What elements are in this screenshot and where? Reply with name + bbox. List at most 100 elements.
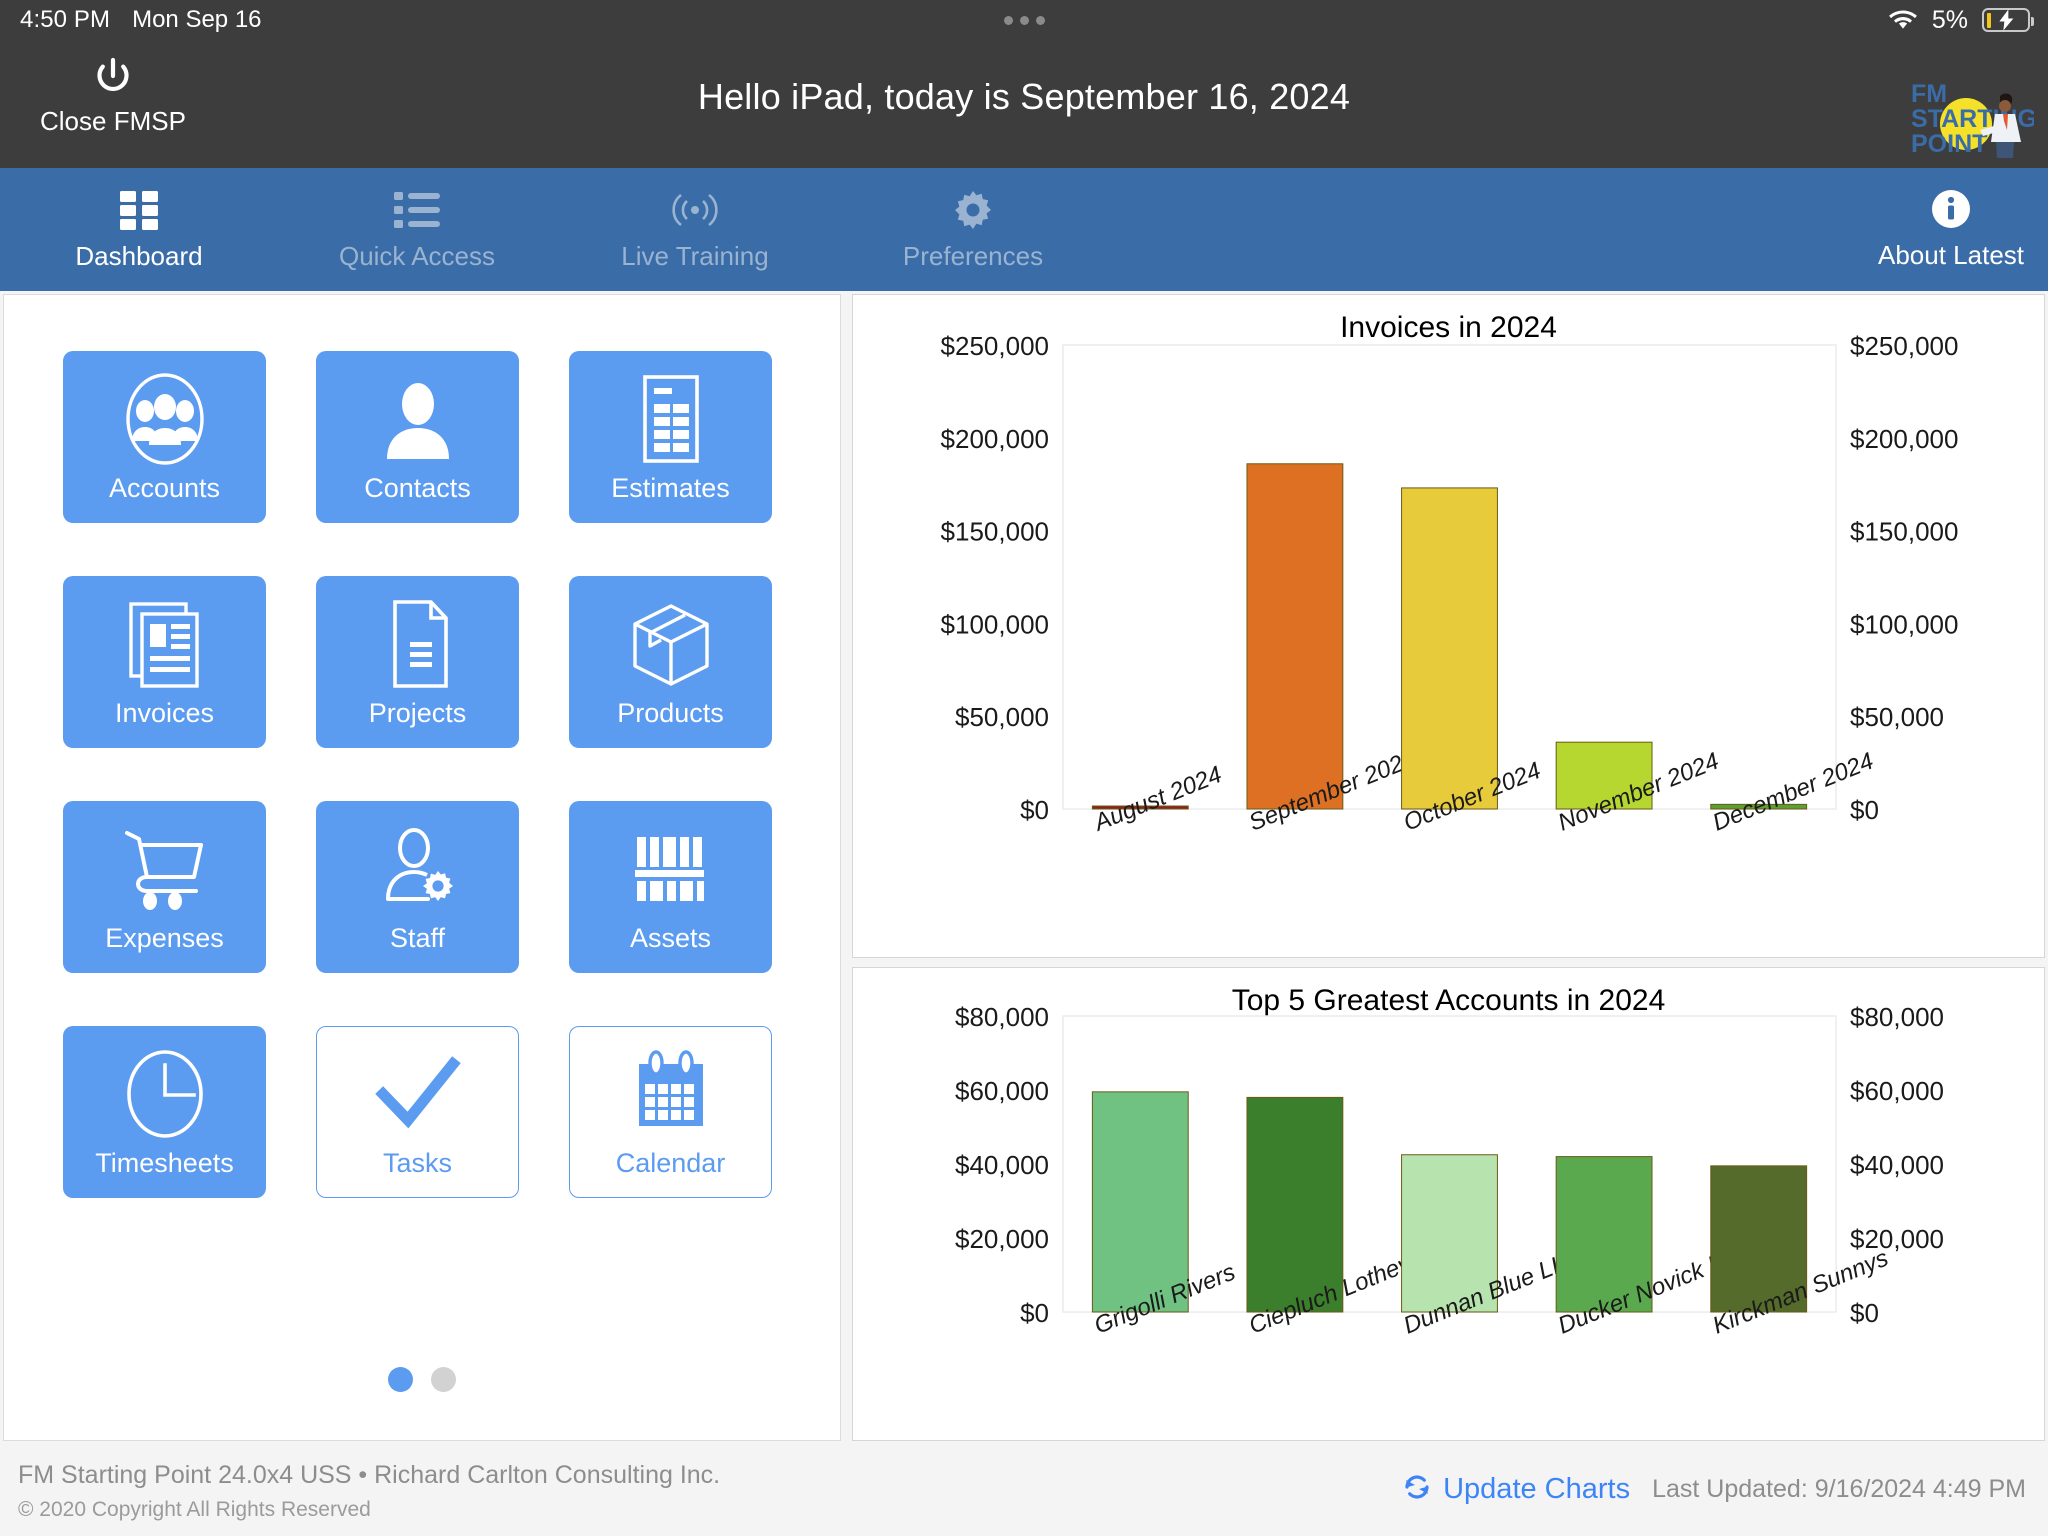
document-icon xyxy=(370,596,466,692)
tile-contacts[interactable]: Contacts xyxy=(316,351,519,523)
pagination-dot-2[interactable] xyxy=(431,1367,456,1392)
tile-label-expenses: Expenses xyxy=(105,922,224,953)
nav-item-live-training[interactable]: Live Training xyxy=(556,168,834,291)
svg-text:$200,000: $200,000 xyxy=(941,424,1049,454)
three-dots-icon xyxy=(1003,15,1045,25)
tile-assets[interactable]: Assets xyxy=(569,801,772,973)
bookshelf-icon xyxy=(623,821,719,917)
update-charts-label: Update Charts xyxy=(1443,1473,1631,1505)
person-gear-icon xyxy=(370,821,466,917)
shopping-cart-icon xyxy=(117,821,213,917)
checkmark-icon xyxy=(370,1046,466,1142)
pagination-dot-1[interactable] xyxy=(388,1367,413,1392)
nav-item-preferences[interactable]: Preferences xyxy=(834,168,1112,291)
module-tiles-panel: Accounts Contacts Estimates Invoices Pro… xyxy=(3,294,841,1441)
status-date: Mon Sep 16 xyxy=(132,6,262,33)
last-updated-text: Last Updated: 9/16/2024 4:49 PM xyxy=(1652,1475,2026,1503)
svg-text:$20,000: $20,000 xyxy=(955,1224,1049,1254)
estimate-sheet-icon xyxy=(623,371,719,467)
status-bar-left: 4:50 PM Mon Sep 16 xyxy=(0,6,262,34)
svg-text:$80,000: $80,000 xyxy=(1850,1002,1944,1032)
svg-text:$250,000: $250,000 xyxy=(1850,331,1958,361)
tile-label-calendar: Calendar xyxy=(615,1147,726,1178)
broadcast-icon xyxy=(672,187,718,233)
tile-tasks[interactable]: Tasks xyxy=(316,1026,519,1198)
gear-icon xyxy=(951,187,995,233)
ios-status-bar: 4:50 PM Mon Sep 16 5% xyxy=(0,0,2048,40)
tile-label-timesheets: Timesheets xyxy=(95,1147,234,1178)
svg-text:$0: $0 xyxy=(1850,1298,1879,1328)
grid-icon xyxy=(118,187,160,233)
tile-calendar[interactable]: Calendar xyxy=(569,1026,772,1198)
refresh-icon xyxy=(1401,1471,1433,1508)
svg-text:$200,000: $200,000 xyxy=(1850,424,1958,454)
svg-text:$100,000: $100,000 xyxy=(1850,609,1958,639)
svg-text:$50,000: $50,000 xyxy=(1850,702,1944,732)
tile-label-estimates: Estimates xyxy=(611,472,730,503)
accounts-chart-panel: Top 5 Greatest Accounts in 2024 $0 $0 $20,… xyxy=(852,967,2045,1441)
pagination-dots xyxy=(4,1367,840,1392)
tile-expenses[interactable]: Expenses xyxy=(63,801,266,973)
svg-text:$0: $0 xyxy=(1020,795,1049,825)
footer-product-line: FM Starting Point 24.0x4 USS • Richard C… xyxy=(18,1461,721,1489)
tile-label-projects: Projects xyxy=(368,697,467,728)
accounts-chart-plot[interactable]: $0 $0 $20,000 $20,000 $40,000 $40,000 $60,000 $… xyxy=(853,968,2044,1440)
tile-label-tasks: Tasks xyxy=(382,1147,453,1178)
nav-label-preferences: Preferences xyxy=(902,241,1044,271)
page-title: Hello iPad, today is September 16, 2024 xyxy=(697,76,1351,117)
app-footer: FM Starting Point 24.0x4 USS • Richard C… xyxy=(0,1447,2048,1536)
svg-text:$50,000: $50,000 xyxy=(955,702,1049,732)
module-tile-grid: Accounts Contacts Estimates Invoices Pro… xyxy=(63,351,772,1198)
info-icon xyxy=(1931,189,1971,234)
tile-label-contacts: Contacts xyxy=(364,472,471,503)
update-charts-button[interactable]: Update Charts xyxy=(1401,1471,1630,1508)
tile-projects[interactable]: Projects xyxy=(316,576,519,748)
status-time: 4:50 PM xyxy=(20,6,111,33)
main-content: Accounts Contacts Estimates Invoices Pro… xyxy=(0,291,2048,1447)
invoices-chart-panel: Invoices in 2024 $0 $0 $50,000 $50,000 $100,… xyxy=(852,294,2045,958)
list-icon xyxy=(394,187,440,233)
nav-label-quick-access: Quick Access xyxy=(338,241,496,271)
tile-invoices[interactable]: Invoices xyxy=(63,576,266,748)
svg-text:FM: FM xyxy=(1911,80,1947,108)
invoice-pages-icon xyxy=(117,596,213,692)
nav-item-quick-access[interactable]: Quick Access xyxy=(278,168,556,291)
app-header: Close FMSP Hello iPad, today is Septembe… xyxy=(0,40,2048,168)
battery-percent: 5% xyxy=(1931,5,1968,34)
footer-copyright: © 2020 Copyright All Rights Reserved xyxy=(18,1498,371,1521)
svg-text:$40,000: $40,000 xyxy=(1850,1150,1944,1180)
status-bar-right: 5% xyxy=(1888,0,2034,40)
tile-accounts[interactable]: Accounts xyxy=(63,351,266,523)
nav-item-about-latest[interactable]: About Latest xyxy=(1878,168,2024,291)
invoices-chart-plot[interactable]: $0 $0 $50,000 $50,000 $100,000 $100,000 $150,0… xyxy=(853,295,2044,957)
clock-icon xyxy=(117,1046,213,1142)
nav-label-live-training: Live Training xyxy=(621,241,769,271)
nav-label-about-latest: About Latest xyxy=(1878,239,2024,270)
svg-text:POINT: POINT xyxy=(1911,130,1987,158)
person-icon xyxy=(370,371,466,467)
tile-label-invoices: Invoices xyxy=(114,697,215,728)
box-icon xyxy=(623,596,719,692)
svg-text:$40,000: $40,000 xyxy=(955,1150,1049,1180)
tile-products[interactable]: Products xyxy=(569,576,772,748)
nav-items: Dashboard Quick Access Live Training Pre… xyxy=(0,168,1112,291)
battery-charging-icon xyxy=(1982,8,2034,32)
calendar-icon xyxy=(623,1046,719,1142)
tile-staff[interactable]: Staff xyxy=(316,801,519,973)
footer-right: Update Charts Last Updated: 9/16/2024 4:… xyxy=(1401,1471,2026,1508)
nav-label-dashboard: Dashboard xyxy=(75,241,203,271)
svg-text:$20,000: $20,000 xyxy=(1850,1224,1944,1254)
svg-text:$150,000: $150,000 xyxy=(1850,517,1958,547)
main-navigation-bar: Dashboard Quick Access Live Training Pre… xyxy=(0,168,2048,291)
tile-label-products: Products xyxy=(617,697,724,728)
svg-text:$150,000: $150,000 xyxy=(941,517,1049,547)
tile-label-accounts: Accounts xyxy=(108,472,221,503)
svg-text:$0: $0 xyxy=(1850,795,1879,825)
tile-estimates[interactable]: Estimates xyxy=(569,351,772,523)
tile-label-assets: Assets xyxy=(629,922,712,953)
svg-text:$60,000: $60,000 xyxy=(955,1076,1049,1106)
svg-text:$80,000: $80,000 xyxy=(955,1002,1049,1032)
tile-timesheets[interactable]: Timesheets xyxy=(63,1026,266,1198)
fm-starting-point-logo: FM STARTING POINT xyxy=(1884,74,2037,166)
nav-item-dashboard[interactable]: Dashboard xyxy=(0,168,278,291)
